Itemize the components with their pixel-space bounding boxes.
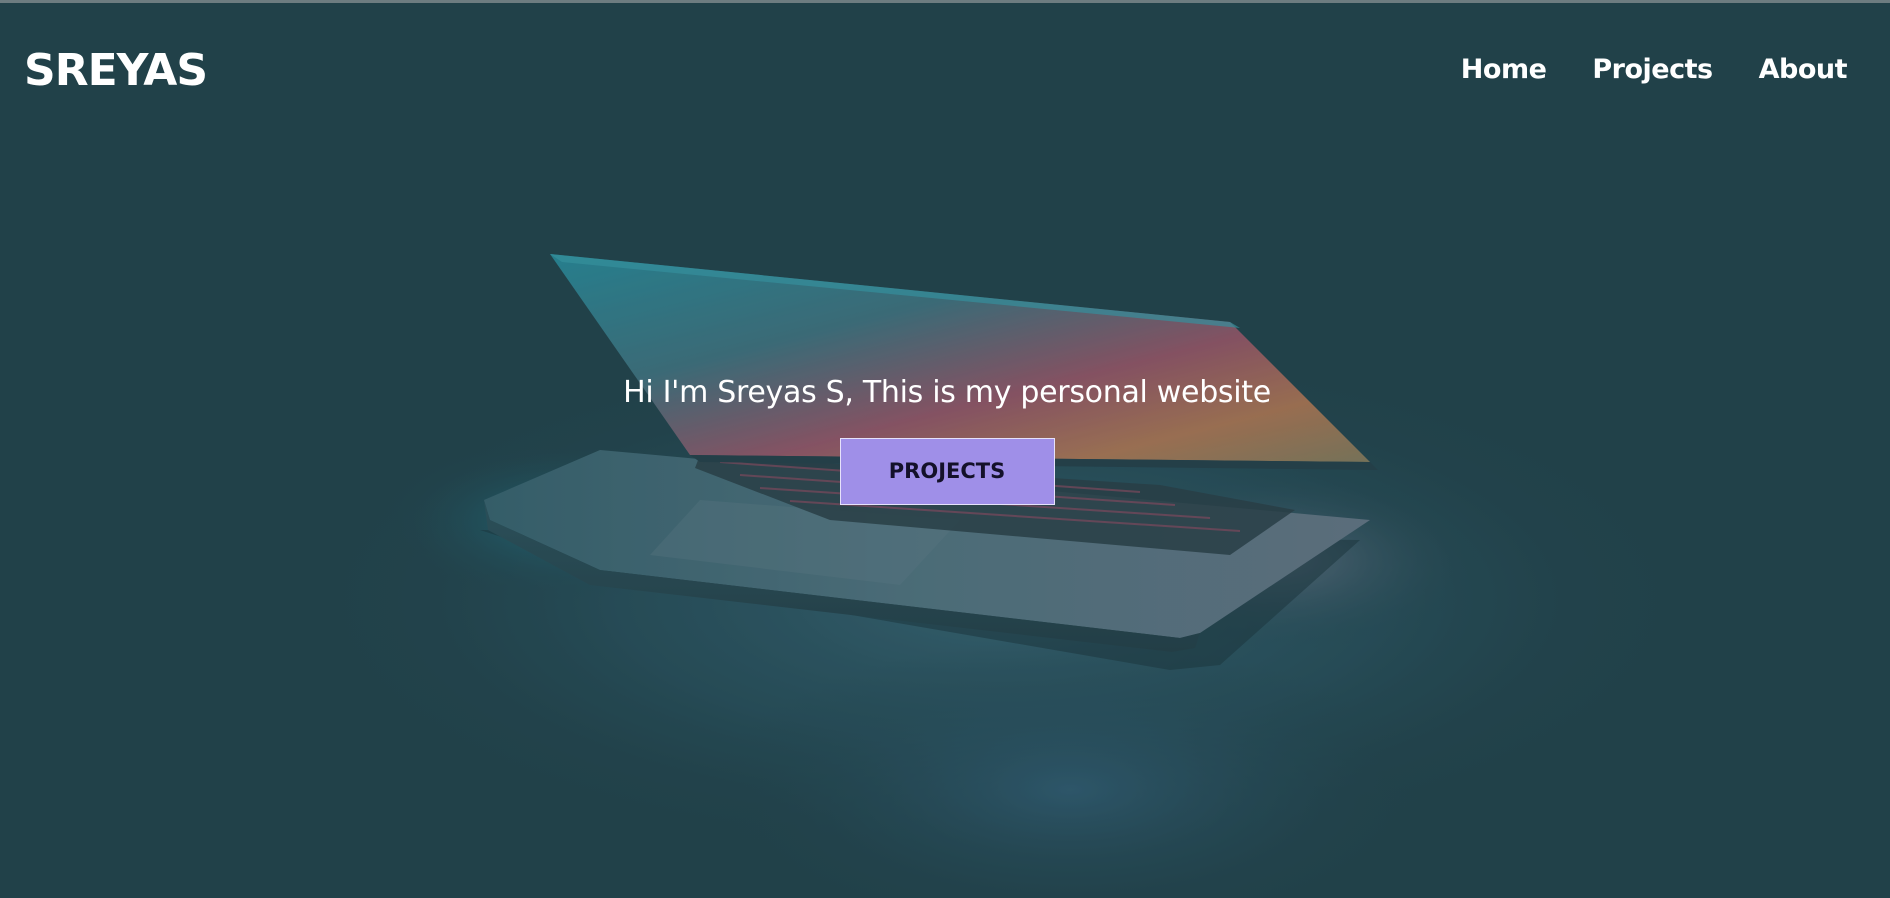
nav-links: Home Projects About <box>1461 54 1848 85</box>
nav-link-projects[interactable]: Projects <box>1592 54 1713 85</box>
nav-link-about[interactable]: About <box>1759 54 1848 85</box>
navbar: SREYAS Home Projects About <box>0 0 1890 145</box>
hero-heading: Hi I'm Sreyas S, This is my personal web… <box>623 375 1271 410</box>
projects-button[interactable]: PROJECTS <box>839 438 1055 505</box>
site-logo[interactable]: SREYAS <box>24 45 208 96</box>
window-top-border <box>0 0 1890 3</box>
nav-link-home[interactable]: Home <box>1461 54 1547 85</box>
hero-section: Hi I'm Sreyas S, This is my personal web… <box>0 375 1890 505</box>
